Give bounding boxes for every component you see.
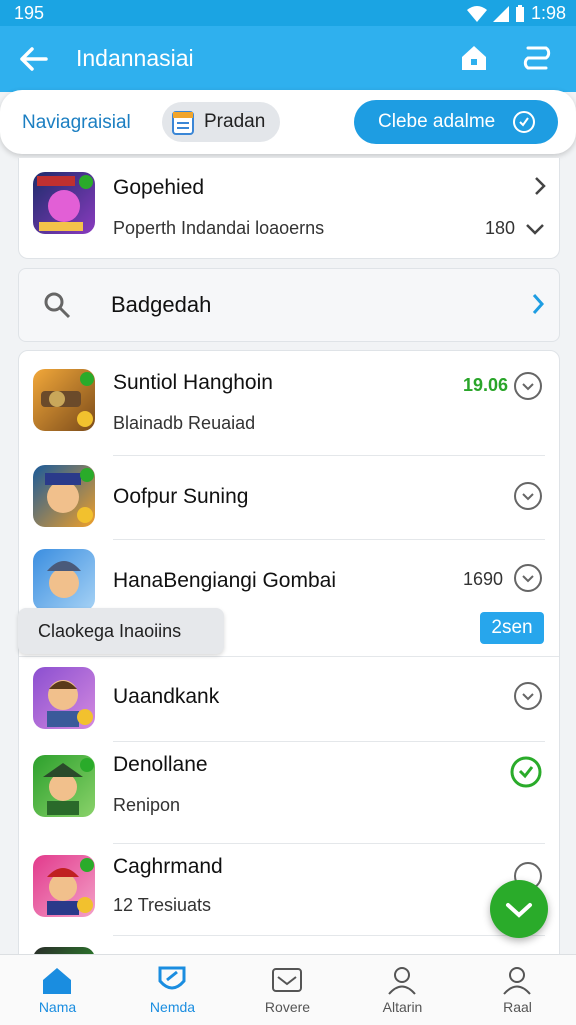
arrow-left-icon[interactable]	[18, 44, 50, 74]
shield-icon	[158, 966, 186, 990]
check-icon	[506, 903, 532, 918]
tooltip-label: Claokega Inaoiins	[38, 621, 182, 641]
clock-icon[interactable]	[513, 681, 543, 711]
nav-item-label: Nama	[38, 999, 77, 1015]
clock-check-icon	[513, 111, 535, 133]
cta-button-label: Clebe adalme	[378, 111, 496, 132]
home-icon	[43, 968, 71, 994]
list-item-title: HanaBengiangi Gombai	[113, 569, 336, 592]
divider	[113, 539, 545, 540]
game-title: Gopehied	[113, 176, 205, 199]
divider	[113, 455, 545, 456]
game-count: 180	[484, 218, 515, 238]
game-avatar	[33, 667, 95, 729]
list-item-title: Suntiol Hanghoin	[113, 371, 273, 394]
home-icon[interactable]	[458, 42, 490, 74]
game-avatar	[33, 755, 95, 817]
divider	[113, 741, 545, 742]
status-bar: 195 1:98	[0, 0, 576, 26]
list-item-title: Caghrmand	[113, 855, 223, 878]
list-item-value: 19.06	[463, 375, 509, 395]
nav-item-profile[interactable]: Altarin	[345, 955, 460, 1025]
nav-item-shield[interactable]: Nemda	[115, 955, 230, 1025]
list-item-subtitle: 12 Tresiuats	[113, 895, 212, 915]
signal-icon	[492, 5, 509, 22]
list-item-subtitle: Blainadb Reuaiad	[113, 413, 256, 433]
nav-item-label: Altarin	[382, 999, 423, 1015]
filter-bar: Naviagraisial Pradan Clebe adalme	[0, 90, 576, 154]
wifi-icon	[466, 5, 487, 22]
user-icon	[503, 967, 531, 995]
nav-item-label: Nemda	[149, 999, 196, 1015]
app-bar: Indannasiai	[0, 26, 576, 92]
filter-label[interactable]: Naviagraisial	[22, 112, 131, 134]
game-avatar	[33, 549, 95, 611]
chevron-right-icon[interactable]	[533, 176, 547, 196]
battery-icon	[515, 4, 524, 22]
nav-item-account[interactable]: Raal	[460, 955, 575, 1025]
clock-icon[interactable]	[513, 371, 543, 401]
calendar-icon	[172, 111, 194, 135]
list-item-title: Oofpur Suning	[113, 485, 249, 508]
chevron-right-icon[interactable]	[531, 293, 545, 315]
cta-button[interactable]: Clebe adalme	[354, 100, 558, 144]
game-avatar	[33, 172, 95, 234]
search-icon	[44, 292, 71, 319]
filter-chip-label: Pradan	[204, 111, 266, 132]
list-item-subtitle: Renipon	[113, 795, 181, 815]
game-subtitle: Poperth Indandai loaoerns	[113, 218, 325, 238]
status-badge[interactable]: 2sen	[480, 612, 544, 644]
list-item-value: 1690	[463, 569, 504, 589]
nav-item-mail[interactable]: Rovere	[230, 955, 345, 1025]
clock-icon[interactable]	[513, 563, 543, 593]
bottom-nav: Nama Nemda Rovere Altarin Raal	[0, 954, 576, 1025]
search-row[interactable]: Badgedah	[18, 268, 560, 342]
tooltip: Claokega Inaoiins	[18, 608, 224, 654]
divider	[113, 843, 545, 844]
game-avatar	[33, 369, 95, 431]
divider	[19, 656, 559, 657]
nav-item-label: Rovere	[264, 999, 311, 1015]
mail-icon	[272, 968, 302, 992]
swap-icon[interactable]	[520, 42, 554, 74]
clock-check-icon[interactable]	[509, 755, 543, 789]
game-list: Suntiol Hanghoin Blainadb Reuaiad 19.06 …	[18, 350, 560, 972]
game-avatar	[33, 855, 95, 917]
user-icon	[388, 967, 416, 995]
list-item-title: Uaandkank	[113, 685, 220, 708]
confirm-fab-button[interactable]	[490, 880, 548, 938]
status-time-left: 195	[14, 3, 45, 23]
divider	[113, 935, 545, 936]
search-label: Badgedah	[111, 292, 212, 317]
nav-item-home[interactable]: Nama	[0, 955, 115, 1025]
nav-item-label: Raal	[503, 999, 532, 1015]
page-title: Indannasiai	[76, 45, 194, 71]
game-avatar	[33, 465, 95, 527]
filter-chip[interactable]: Pradan	[162, 102, 280, 142]
list-item-title: Denollane	[113, 753, 208, 776]
chevron-down-icon[interactable]	[525, 222, 545, 236]
status-time-right: 1:98	[530, 3, 566, 23]
game-card[interactable]: Gopehied Poperth Indandai loaoerns 180	[18, 158, 560, 259]
clock-icon[interactable]	[513, 481, 543, 511]
